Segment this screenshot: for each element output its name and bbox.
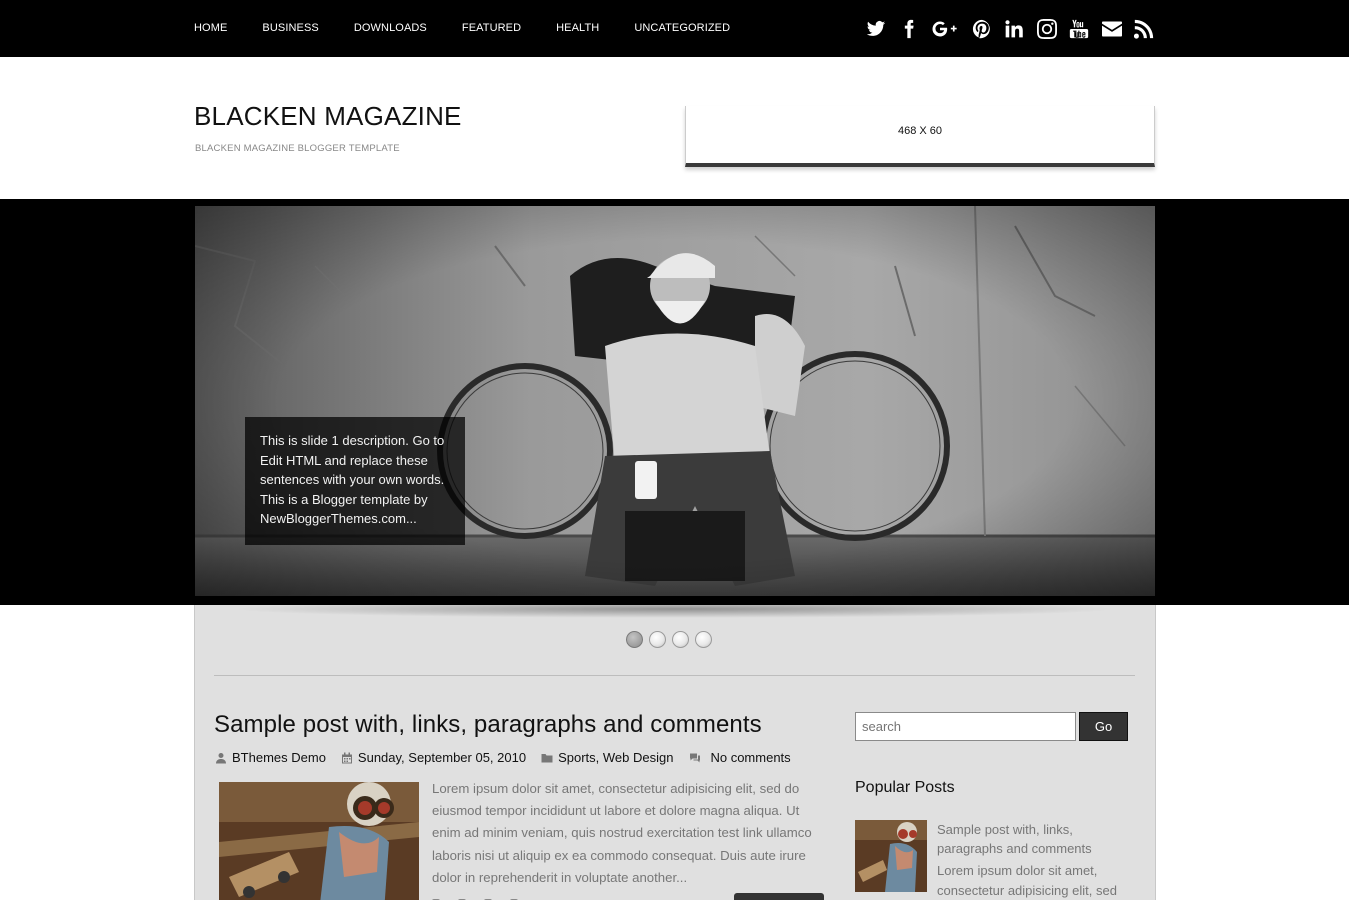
post-author-name[interactable]: BThemes Demo (232, 750, 326, 765)
slider-pagination (626, 631, 718, 648)
nav-featured[interactable]: FEATURED (462, 0, 521, 57)
post-comments: No comments (687, 750, 791, 765)
nav-health[interactable]: HEALTH (556, 0, 599, 57)
post-meta: BThemes Demo Sunday, September 05, 2010 … (214, 750, 805, 765)
post-label-web-design[interactable]: Web Design (603, 750, 674, 765)
post-title[interactable]: Sample post with, links, paragraphs and … (214, 711, 762, 739)
instagram-icon[interactable] (1036, 18, 1058, 40)
nav-business[interactable]: BUSINESS (262, 0, 318, 57)
post-thumbnail[interactable] (219, 782, 419, 900)
google-plus-icon[interactable] (930, 18, 960, 40)
youtube-icon[interactable] (1068, 18, 1090, 40)
email-icon[interactable] (1101, 18, 1123, 40)
user-icon (214, 751, 228, 765)
nav-downloads[interactable]: DOWNLOADS (354, 0, 427, 57)
boy-with-goggles-thumb (855, 820, 927, 892)
content-divider (214, 675, 1135, 676)
facebook-icon[interactable] (898, 18, 920, 40)
search-input[interactable] (855, 712, 1076, 741)
popular-post-title[interactable]: Sample post with, links, paragraphs and … (937, 820, 1117, 858)
post-comments-link[interactable]: No comments (710, 750, 790, 765)
slider-dot-2[interactable] (649, 631, 666, 648)
site-description: BLACKEN MAGAZINE BLOGGER TEMPLATE (195, 143, 400, 154)
nav-home[interactable]: HOME (194, 0, 227, 57)
slider-dot-4[interactable] (695, 631, 712, 648)
calendar-icon (340, 751, 354, 765)
slider-dot-3[interactable] (672, 631, 689, 648)
boy-with-goggles-image (219, 782, 419, 900)
linkedin-icon[interactable] (1003, 18, 1025, 40)
ad-banner[interactable]: 468 X 60 (685, 106, 1155, 167)
ad-banner-label: 468 X 60 (897, 124, 943, 137)
folder-icon (540, 751, 554, 765)
post-excerpt: Lorem ipsum dolor sit amet, consectetur … (432, 781, 812, 885)
social-icons (855, 0, 1156, 57)
slider-shadow (230, 600, 1120, 618)
site-title[interactable]: BLACKEN MAGAZINE (194, 101, 462, 132)
pinterest-icon[interactable] (971, 18, 993, 40)
popular-post-thumbnail[interactable] (855, 820, 927, 892)
rss-icon[interactable] (1133, 18, 1155, 40)
top-navbar: HOME BUSINESS DOWNLOADS FEATURED HEALTH … (0, 0, 1349, 57)
share-buttons (432, 894, 582, 900)
nav-uncategorized[interactable]: UNCATEGORIZED (634, 0, 730, 57)
slide-caption: This is slide 1 description. Go to Edit … (245, 417, 465, 545)
post-date-text: Sunday, September 05, 2010 (357, 750, 527, 765)
comments-icon (687, 751, 703, 765)
main-menu: HOME BUSINESS DOWNLOADS FEATURED HEALTH … (194, 0, 765, 57)
slider-dot-1[interactable] (626, 631, 643, 648)
popular-posts-title: Popular Posts (855, 779, 955, 796)
popular-post-excerpt: Lorem ipsum dolor sit amet, consectetur … (937, 863, 1117, 898)
twitter-icon[interactable] (865, 18, 887, 40)
search-go-button[interactable]: Go (1079, 712, 1128, 741)
post-label-sports[interactable]: Sports (558, 750, 596, 765)
post-labels: Sports, Web Design (540, 750, 673, 765)
post-date: Sunday, September 05, 2010 (340, 750, 526, 765)
read-more-button[interactable] (734, 893, 824, 900)
post-author: BThemes Demo (214, 750, 326, 765)
label-separator: , (595, 750, 603, 765)
